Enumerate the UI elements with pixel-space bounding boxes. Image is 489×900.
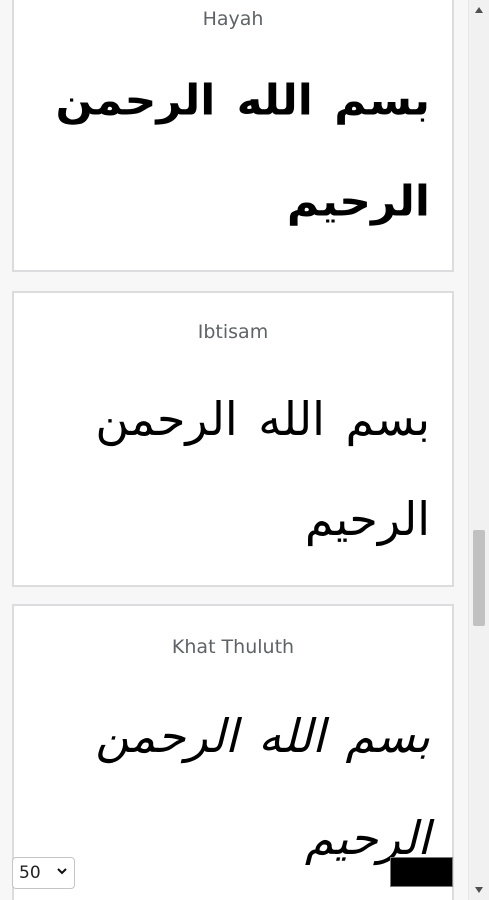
font-name-label: Ibtisam — [197, 321, 269, 343]
font-card-khat-thuluth[interactable]: Khat Thuluth بسم الله الرحمن الرحيم — [12, 604, 454, 900]
scrollbar-thumb[interactable] — [473, 530, 485, 626]
sample-text-line-2: الرحيم — [304, 492, 430, 546]
sample-text-line-1: بسم الله الرحمن — [95, 709, 430, 763]
sample-text-line-2: الرحيم — [304, 811, 430, 865]
font-name-label: Hayah — [202, 8, 264, 30]
vertical-scrollbar[interactable] — [468, 0, 489, 900]
chevron-down-icon — [56, 865, 68, 880]
text-color-picker[interactable] — [390, 857, 453, 887]
sample-text-line-1: بسم الله الرحمن — [95, 392, 430, 446]
font-size-select[interactable]: 50 — [12, 857, 75, 889]
font-card-ibtisam[interactable]: Ibtisam بسم الله الرحمن الرحيم — [12, 291, 454, 587]
font-name-label: Khat Thuluth — [171, 636, 295, 658]
sample-text-line-2: الرحيم — [286, 177, 430, 226]
triangle-up-icon[interactable] — [469, 0, 489, 20]
font-size-value: 50 — [19, 863, 41, 883]
sample-text-line-1: بسم الله الرحمن — [55, 76, 430, 125]
font-preview-list: Hayah بسم الله الرحمن الرحيم Ibtisam بسم… — [0, 0, 468, 900]
font-card-hayah[interactable]: Hayah بسم الله الرحمن الرحيم — [12, 0, 454, 272]
triangle-down-icon[interactable] — [469, 880, 489, 900]
